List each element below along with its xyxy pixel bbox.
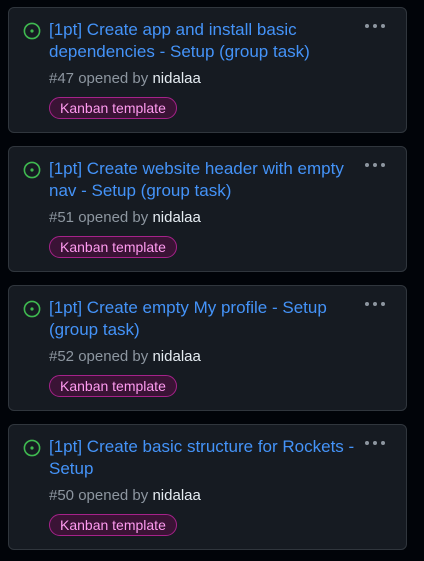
label-badge[interactable]: Kanban template	[49, 514, 177, 536]
issue-opened-icon	[23, 161, 41, 179]
opened-by-text: opened by	[78, 348, 149, 365]
project-column: [1pt] Create app and install basic depen…	[0, 0, 424, 561]
label-badge[interactable]: Kanban template	[49, 97, 177, 119]
issue-card[interactable]: [1pt] Create website header with empty n…	[8, 146, 407, 272]
issue-author[interactable]: nidalaa	[152, 70, 200, 87]
kebab-horizontal-icon	[365, 24, 385, 28]
issue-author[interactable]: nidalaa	[152, 209, 200, 226]
kebab-horizontal-icon	[365, 441, 385, 445]
issue-meta: #52 opened by nidalaa	[49, 347, 201, 367]
card-menu-button[interactable]	[362, 157, 388, 173]
card-menu-button[interactable]	[362, 435, 388, 451]
label-badge[interactable]: Kanban template	[49, 375, 177, 397]
issue-title[interactable]: [1pt] Create app and install basic depen…	[49, 19, 367, 63]
issue-number: #47	[49, 70, 75, 87]
issue-number: #52	[49, 348, 75, 365]
issue-opened-icon	[23, 439, 41, 457]
kebab-horizontal-icon	[365, 163, 385, 167]
kebab-horizontal-icon	[365, 302, 385, 306]
issue-card[interactable]: [1pt] Create basic structure for Rockets…	[8, 424, 407, 550]
card-menu-button[interactable]	[362, 296, 388, 312]
issue-card[interactable]: [1pt] Create empty My profile - Setup (g…	[8, 285, 407, 411]
label-badge[interactable]: Kanban template	[49, 236, 177, 258]
issue-number: #50	[49, 487, 75, 504]
issue-title[interactable]: [1pt] Create empty My profile - Setup (g…	[49, 297, 367, 341]
issue-title[interactable]: [1pt] Create basic structure for Rockets…	[49, 436, 367, 480]
opened-by-text: opened by	[78, 70, 149, 87]
issue-meta: #51 opened by nidalaa	[49, 208, 201, 228]
issue-author[interactable]: nidalaa	[152, 348, 200, 365]
issue-meta: #50 opened by nidalaa	[49, 486, 201, 506]
card-menu-button[interactable]	[362, 18, 388, 34]
opened-by-text: opened by	[78, 487, 149, 504]
issue-title[interactable]: [1pt] Create website header with empty n…	[49, 158, 367, 202]
opened-by-text: opened by	[78, 209, 149, 226]
issue-meta: #47 opened by nidalaa	[49, 69, 201, 89]
issue-opened-icon	[23, 300, 41, 318]
issue-card[interactable]: [1pt] Create app and install basic depen…	[8, 7, 407, 133]
issue-author[interactable]: nidalaa	[152, 487, 200, 504]
issue-opened-icon	[23, 22, 41, 40]
issue-number: #51	[49, 209, 75, 226]
